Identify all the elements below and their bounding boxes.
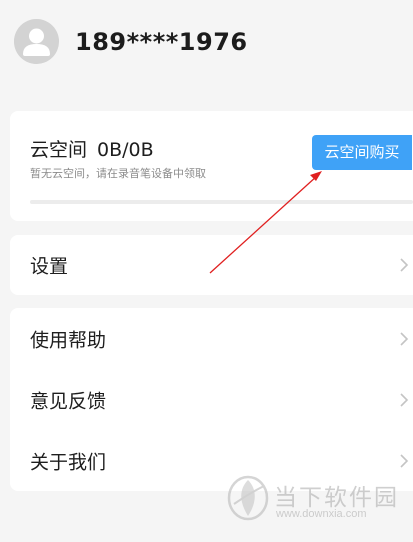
cloud-storage-subtitle: 暂无云空间，请在录音笔设备中领取: [30, 167, 206, 180]
menu-card: 使用帮助 意见反馈 关于我们: [10, 308, 413, 491]
watermark-name: 当下软件园: [274, 485, 399, 511]
menu-item-feedback[interactable]: 意见反馈: [10, 369, 413, 430]
cloud-purchase-button[interactable]: 云空间购买: [312, 135, 412, 170]
menu-item-label: 使用帮助: [30, 329, 107, 351]
cloud-storage-card: 云空间 0B/0B 暂无云空间，请在录音笔设备中领取 云空间购买: [10, 111, 413, 221]
watermark-url: www.downxia.com: [276, 508, 367, 520]
menu-item-help[interactable]: 使用帮助: [10, 308, 413, 369]
settings-row[interactable]: 设置: [10, 235, 413, 295]
chevron-right-icon: [400, 258, 409, 272]
chevron-right-icon: [400, 392, 409, 407]
watermark: 当下软件园 www.downxia.com: [226, 474, 406, 524]
phone-number: 189****1976: [75, 28, 248, 56]
cloud-storage-label: 云空间: [30, 139, 88, 161]
menu-item-label: 关于我们: [30, 451, 107, 473]
chevron-right-icon: [400, 453, 409, 468]
cloud-storage-title: 云空间 0B/0B: [30, 135, 154, 162]
profile-header[interactable]: 189****1976: [0, 0, 413, 95]
avatar-icon[interactable]: [14, 19, 59, 64]
settings-card: 设置: [10, 235, 413, 295]
watermark-logo-icon: [227, 475, 269, 521]
settings-label: 设置: [30, 255, 69, 278]
cloud-storage-usage: 0B/0B: [97, 139, 154, 161]
chevron-right-icon: [400, 331, 409, 346]
cloud-storage-progress-bar: [30, 200, 413, 204]
menu-item-label: 意见反馈: [30, 390, 107, 412]
